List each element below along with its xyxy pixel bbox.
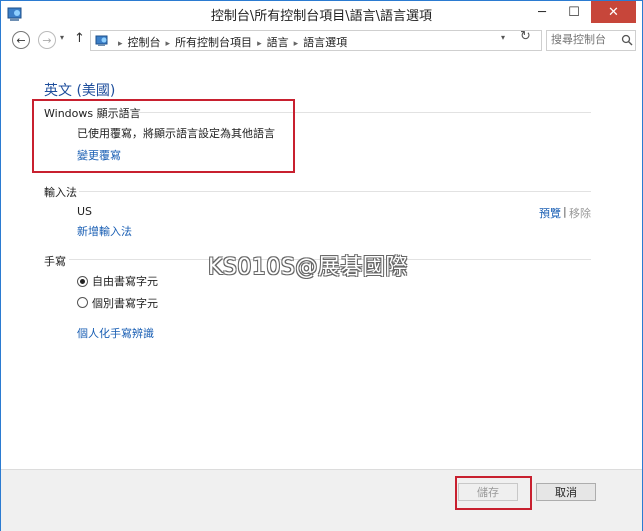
freeform-radio[interactable] — [77, 276, 88, 287]
language-heading: 英文 (美國) — [44, 83, 116, 99]
chevron-right-icon[interactable]: ▸ — [257, 39, 262, 49]
chevron-right-icon[interactable]: ▸ — [166, 39, 171, 49]
footer-bar: 儲存 取消 — [1, 469, 642, 531]
forward-button[interactable]: → — [38, 31, 56, 49]
handwriting-title: 手寫 — [44, 255, 66, 268]
link-separator: | — [563, 205, 567, 218]
refresh-icon[interactable]: ↻ — [520, 29, 531, 44]
breadcrumb-item[interactable]: 語言 — [267, 36, 289, 49]
chevron-down-icon[interactable]: ▾ — [501, 33, 505, 42]
close-button[interactable]: ✕ — [591, 1, 636, 23]
chevron-right-icon: ▸ — [118, 39, 123, 49]
input-method-title: 輸入法 — [44, 186, 77, 199]
preview-link[interactable]: 預覽 — [539, 205, 561, 221]
back-button[interactable]: ← — [12, 31, 30, 49]
remove-link[interactable]: 移除 — [569, 205, 591, 221]
save-button[interactable]: 儲存 — [458, 483, 518, 501]
personalize-handwriting-link[interactable]: 個人化手寫辨識 — [77, 325, 154, 341]
breadcrumb: ▸ 控制台 ▸ 所有控制台項目 ▸ 語言 ▸ 語言選項 — [113, 34, 347, 50]
section-divider — [79, 191, 591, 192]
address-box[interactable]: ▸ 控制台 ▸ 所有控制台項目 ▸ 語言 ▸ 語言選項 — [90, 30, 542, 51]
single-character-radio[interactable] — [77, 297, 88, 308]
control-panel-window: 控制台\所有控制台項目\語言\語言選項 ─ ☐ ✕ ← → ▾ ↑ ▸ 控制台 ▸ 所… — [0, 0, 643, 531]
chevron-right-icon[interactable]: ▸ — [294, 39, 299, 49]
search-box[interactable] — [546, 30, 636, 51]
control-panel-icon — [95, 35, 108, 46]
address-bar: ← → ▾ ↑ ▸ 控制台 ▸ 所有控制台項目 ▸ 語言 ▸ 語言選項 ▾ ↻ — [1, 28, 642, 54]
search-icon[interactable] — [621, 34, 633, 46]
watermark-text: KS010S@展碁國際 — [208, 255, 408, 280]
add-input-method-link[interactable]: 新增輸入法 — [77, 223, 132, 239]
breadcrumb-item[interactable]: 語言選項 — [303, 36, 347, 49]
recent-locations-icon[interactable]: ▾ — [60, 33, 64, 42]
maximize-button[interactable]: ☐ — [559, 1, 589, 23]
freeform-label[interactable]: 自由書寫字元 — [92, 273, 158, 289]
search-input[interactable] — [551, 33, 619, 46]
up-button[interactable]: ↑ — [74, 31, 85, 46]
single-character-label[interactable]: 個別書寫字元 — [92, 295, 158, 311]
breadcrumb-item[interactable]: 所有控制台項目 — [175, 36, 252, 49]
breadcrumb-item[interactable]: 控制台 — [128, 36, 161, 49]
minimize-button[interactable]: ─ — [527, 1, 557, 23]
input-method-name: US — [77, 205, 93, 218]
highlight-box — [32, 99, 295, 173]
cancel-button[interactable]: 取消 — [536, 483, 596, 501]
title-bar: 控制台\所有控制台項目\語言\語言選項 ─ ☐ ✕ — [1, 1, 642, 27]
main-content: 英文 (美國) Windows 顯示語言 已使用覆寫，將顯示語言設定為其他語言 … — [1, 55, 642, 469]
